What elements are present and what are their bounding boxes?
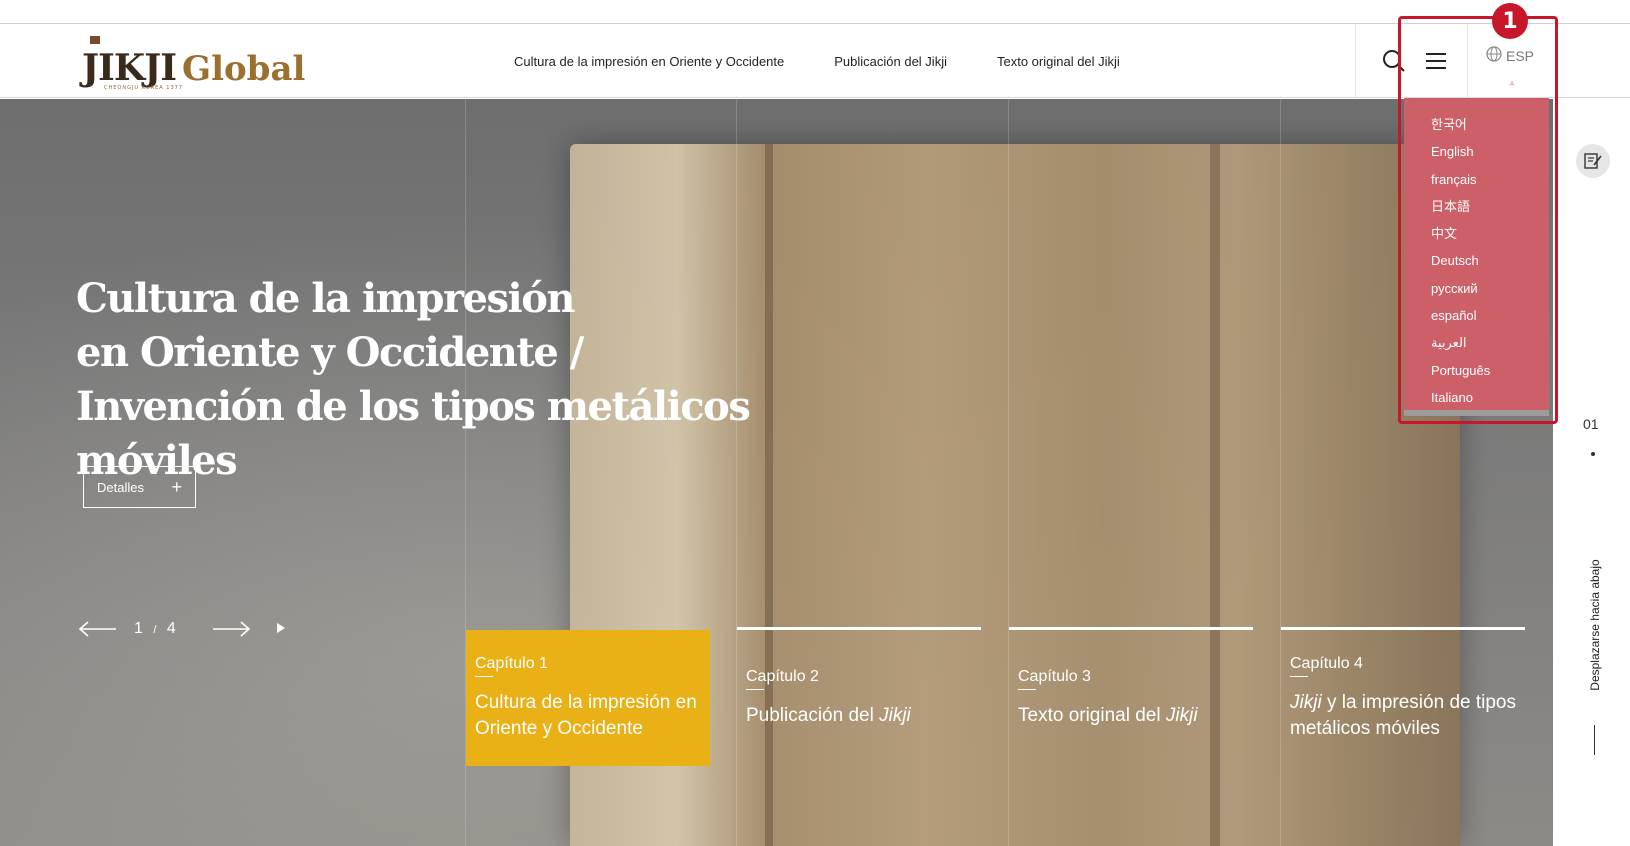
- globe-icon: [1486, 46, 1502, 65]
- slide-pager: 1 / 4: [78, 619, 285, 639]
- language-option-italian[interactable]: Italiano: [1431, 384, 1549, 411]
- play-icon[interactable]: [276, 620, 285, 638]
- search-icon[interactable]: [1379, 46, 1409, 76]
- chapter-bar: [737, 627, 981, 630]
- logo-secondary: Global: [182, 49, 306, 89]
- language-current: ESP: [1506, 47, 1535, 64]
- slide-current: 1: [134, 620, 144, 637]
- language-option-japanese[interactable]: 日本語: [1431, 193, 1549, 220]
- hero-title-line: en Oriente y Occidente /: [76, 329, 584, 376]
- details-button[interactable]: Detalles +: [83, 466, 196, 508]
- plus-icon: +: [171, 476, 182, 497]
- chapter-name-text: Publicación del: [746, 705, 880, 726]
- chapter-number: Capítulo 4: [1290, 655, 1363, 672]
- chapter-name: Publicación del Jikji: [746, 703, 976, 729]
- hero-title-line: Cultura de la impresión: [76, 275, 575, 322]
- language-option-portuguese[interactable]: Português: [1431, 357, 1549, 384]
- menu-icon[interactable]: [1421, 46, 1451, 76]
- language-list: 한국어 English français 日本語 中文 Deutsch русс…: [1404, 98, 1549, 411]
- chapter-name: Texto original del Jikji: [1018, 703, 1248, 729]
- logo-primary: JIKJI: [82, 47, 177, 89]
- language-option-french[interactable]: français: [1431, 166, 1549, 193]
- slide-total: 4: [166, 620, 177, 637]
- language-option-russian[interactable]: русский: [1431, 275, 1549, 302]
- language-option-chinese[interactable]: 中文: [1431, 220, 1549, 247]
- arrow-right-icon[interactable]: [211, 619, 251, 639]
- language-selector[interactable]: ESP: [1486, 46, 1534, 65]
- logo-mark-icon: [90, 36, 100, 44]
- chapter-name-emphasis: Jikji: [1290, 692, 1322, 713]
- nav-item-jikji-publication[interactable]: Publicación del Jikji: [834, 54, 947, 69]
- chapter-dash: [475, 676, 493, 677]
- dropdown-caret-icon: ▵: [1510, 78, 1515, 87]
- site-logo[interactable]: JIKJI Global CHEONGJU KOREA 1377: [82, 36, 306, 91]
- chapter-name-text: Texto original del: [1018, 705, 1166, 726]
- chapter-number: Capítulo 2: [746, 668, 819, 685]
- scroll-line: [1594, 725, 1595, 755]
- annotation-badge: 1: [1492, 3, 1528, 39]
- grid-line: [1280, 99, 1281, 846]
- slide-index: 01: [1583, 416, 1599, 432]
- nav-item-jikji-original-text[interactable]: Texto original del Jikji: [997, 54, 1120, 69]
- site-header: JIKJI Global CHEONGJU KOREA 1377 Cultura…: [0, 24, 1630, 98]
- main-nav: Cultura de la impresión en Oriente y Occ…: [514, 24, 1120, 98]
- chapter-dash: [746, 689, 764, 690]
- slide-separator: /: [153, 624, 158, 636]
- chapter-name-emphasis: Jikji: [1165, 705, 1198, 726]
- chapter-name-text: y la impresión de tipos metálicos móvile…: [1290, 692, 1516, 739]
- nav-item-printing-culture[interactable]: Cultura de la impresión en Oriente y Occ…: [514, 54, 784, 69]
- language-option-arabic[interactable]: العربية: [1431, 329, 1549, 356]
- edit-note-icon[interactable]: [1576, 144, 1610, 178]
- hero-title: Cultura de la impresión en Oriente y Occ…: [76, 272, 836, 488]
- arrow-left-icon[interactable]: [78, 619, 118, 639]
- chapter-bar: [1009, 627, 1253, 630]
- chapter-dash: [1018, 689, 1036, 690]
- chapter-name: Jikji y la impresión de tipos metálicos …: [1290, 690, 1520, 742]
- chapter-number: Capítulo 3: [1018, 668, 1091, 685]
- header-divider: [1467, 24, 1468, 98]
- chapter-tab-1[interactable]: Capítulo 1 Cultura de la impresión en Or…: [466, 630, 710, 766]
- chapter-name: Cultura de la impresión en Oriente y Occ…: [475, 692, 697, 739]
- language-option-spanish[interactable]: español: [1431, 302, 1549, 329]
- details-button-label: Detalles: [97, 479, 144, 495]
- language-dropdown: 한국어 English français 日本語 中文 Deutsch русс…: [1404, 98, 1549, 416]
- language-option-korean[interactable]: 한국어: [1431, 111, 1549, 138]
- language-option-english[interactable]: English: [1431, 138, 1549, 165]
- header-divider: [1355, 24, 1356, 98]
- slide-counter: 1 / 4: [134, 620, 177, 638]
- chapter-number: Capítulo 1: [475, 655, 548, 672]
- hero-slider: Cultura de la impresión en Oriente y Occ…: [0, 99, 1553, 846]
- scroll-down-label[interactable]: Desplazarse hacia abajo: [1588, 550, 1602, 700]
- slide-indicator-dot: [1591, 452, 1595, 456]
- logo-tagline: CHEONGJU KOREA 1377: [104, 85, 183, 91]
- chapter-name-emphasis: Jikji: [879, 705, 911, 726]
- language-option-german[interactable]: Deutsch: [1431, 247, 1549, 274]
- grid-line: [1008, 99, 1009, 846]
- chapter-dash: [1290, 676, 1308, 677]
- chapter-bar: [1281, 627, 1525, 630]
